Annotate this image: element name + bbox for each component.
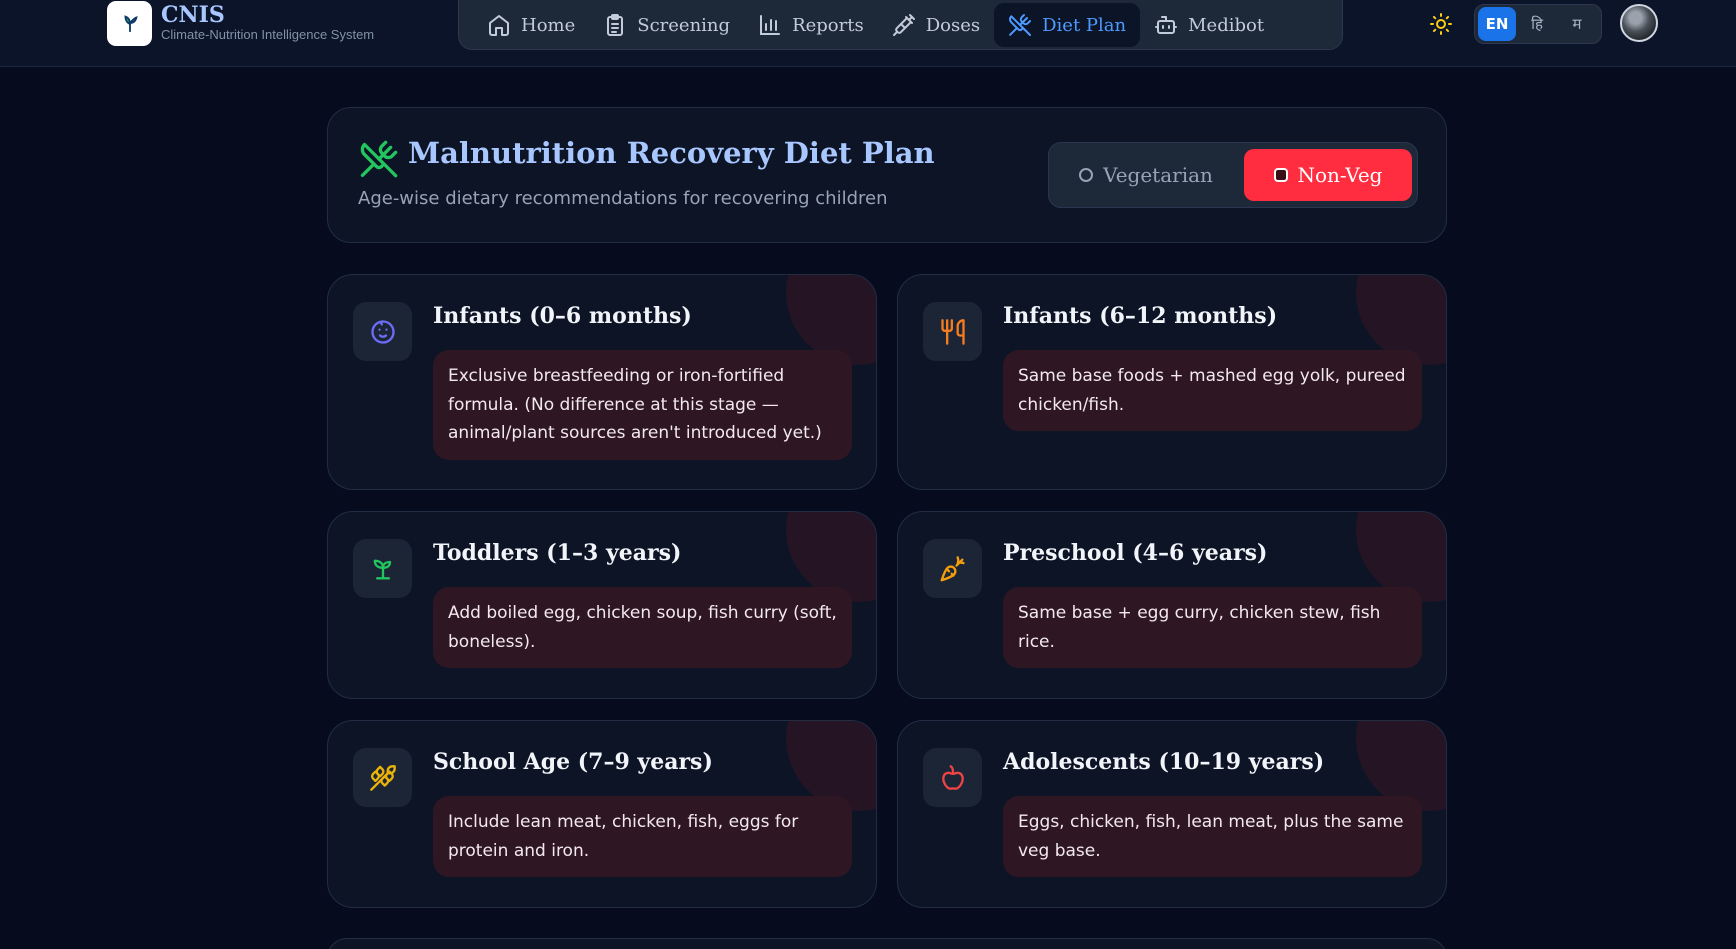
vegetarian-label: Vegetarian — [1103, 163, 1213, 187]
wheat-icon — [369, 764, 396, 791]
diet-card-preschool: Preschool (4–6 years) Same base + egg cu… — [897, 511, 1447, 699]
carrot-icon — [940, 555, 965, 581]
card-description: Same base + egg curry, chicken stew, fis… — [1003, 587, 1422, 668]
next-section-card — [327, 938, 1447, 949]
nav-home-label: Home — [521, 14, 576, 36]
non-veg-option[interactable]: Non-Veg — [1244, 149, 1412, 201]
syringe-icon — [892, 14, 915, 36]
lang-hi-button[interactable]: हि — [1518, 7, 1556, 41]
main-nav: Home Screening Reports Doses Diet Plan M… — [458, 0, 1343, 50]
diet-card-infants-6-12: Infants (6–12 months) Same base foods + … — [897, 274, 1447, 490]
lang-mr-button[interactable]: म — [1558, 7, 1596, 41]
nav-reports-label: Reports — [792, 14, 864, 36]
nav-doses[interactable]: Doses — [878, 3, 994, 47]
card-title: Toddlers (1–3 years) — [433, 540, 682, 566]
card-description: Exclusive breastfeeding or iron-fortifie… — [433, 350, 852, 460]
brand-name: CNIS — [161, 2, 225, 28]
card-title: Adolescents (10–19 years) — [1003, 749, 1325, 775]
card-description: Include lean meat, chicken, fish, eggs f… — [433, 796, 852, 877]
nav-screening-label: Screening — [637, 14, 731, 36]
nav-reports[interactable]: Reports — [744, 3, 878, 47]
card-title: School Age (7–9 years) — [433, 749, 713, 775]
utensils-crossed-icon — [1009, 14, 1032, 36]
nav-diet-plan-label: Diet Plan — [1042, 14, 1127, 36]
diet-card-school-age: School Age (7–9 years) Include lean meat… — [327, 720, 877, 908]
apple-icon — [941, 764, 964, 790]
theme-toggle-button[interactable] — [1428, 11, 1454, 37]
nav-home[interactable]: Home — [473, 3, 589, 47]
nav-diet-plan[interactable]: Diet Plan — [994, 3, 1141, 47]
sprout-icon — [373, 559, 391, 579]
diet-card-infants-0-6: Infants (0–6 months) Exclusive breastfee… — [327, 274, 877, 490]
card-title: Preschool (4–6 years) — [1003, 540, 1268, 566]
clipboard-icon — [607, 14, 624, 36]
card-description: Eggs, chicken, fish, lean meat, plus the… — [1003, 796, 1422, 877]
vegetarian-option[interactable]: Vegetarian — [1061, 149, 1231, 201]
radio-icon — [1079, 168, 1094, 182]
nav-screening[interactable]: Screening — [589, 3, 744, 47]
nav-doses-label: Doses — [925, 14, 981, 36]
card-title: Infants (0–6 months) — [433, 303, 692, 329]
bot-icon — [1155, 16, 1178, 34]
card-description: Add boiled egg, chicken soup, fish curry… — [433, 587, 852, 668]
page-subtitle: Age-wise dietary recommendations for rec… — [358, 188, 888, 209]
page-title: Malnutrition Recovery Diet Plan — [408, 136, 935, 170]
lang-en-button[interactable]: EN — [1478, 7, 1516, 41]
baby-icon — [370, 319, 395, 344]
card-description: Same base foods + mashed egg yolk, puree… — [1003, 350, 1422, 431]
bar-chart-icon — [760, 15, 781, 35]
user-avatar[interactable] — [1620, 4, 1658, 42]
leaf-logo-icon — [107, 0, 152, 46]
diet-type-toggle: Vegetarian Non-Veg — [1048, 142, 1418, 208]
language-switcher: EN हि म — [1474, 4, 1602, 44]
brand-subtitle: Climate-Nutrition Intelligence System — [161, 27, 375, 42]
diet-card-toddlers: Toddlers (1–3 years) Add boiled egg, chi… — [327, 511, 877, 699]
fork-spoon-icon — [940, 318, 965, 345]
diet-plan-header: Malnutrition Recovery Diet Plan Age-wise… — [327, 107, 1447, 243]
brand[interactable]: CNIS Climate-Nutrition Intelligence Syst… — [107, 0, 374, 46]
nav-medibot-label: Medibot — [1188, 14, 1265, 36]
non-veg-label: Non-Veg — [1297, 163, 1383, 187]
diet-card-adolescents: Adolescents (10–19 years) Eggs, chicken,… — [897, 720, 1447, 908]
top-bar: CNIS Climate-Nutrition Intelligence Syst… — [0, 0, 1736, 67]
home-icon — [489, 15, 509, 36]
nav-medibot[interactable]: Medibot — [1140, 3, 1278, 47]
radio-checked-icon — [1273, 168, 1288, 182]
card-title: Infants (6–12 months) — [1003, 303, 1278, 329]
utensils-crossed-icon — [360, 140, 398, 178]
sun-icon — [1430, 13, 1452, 35]
